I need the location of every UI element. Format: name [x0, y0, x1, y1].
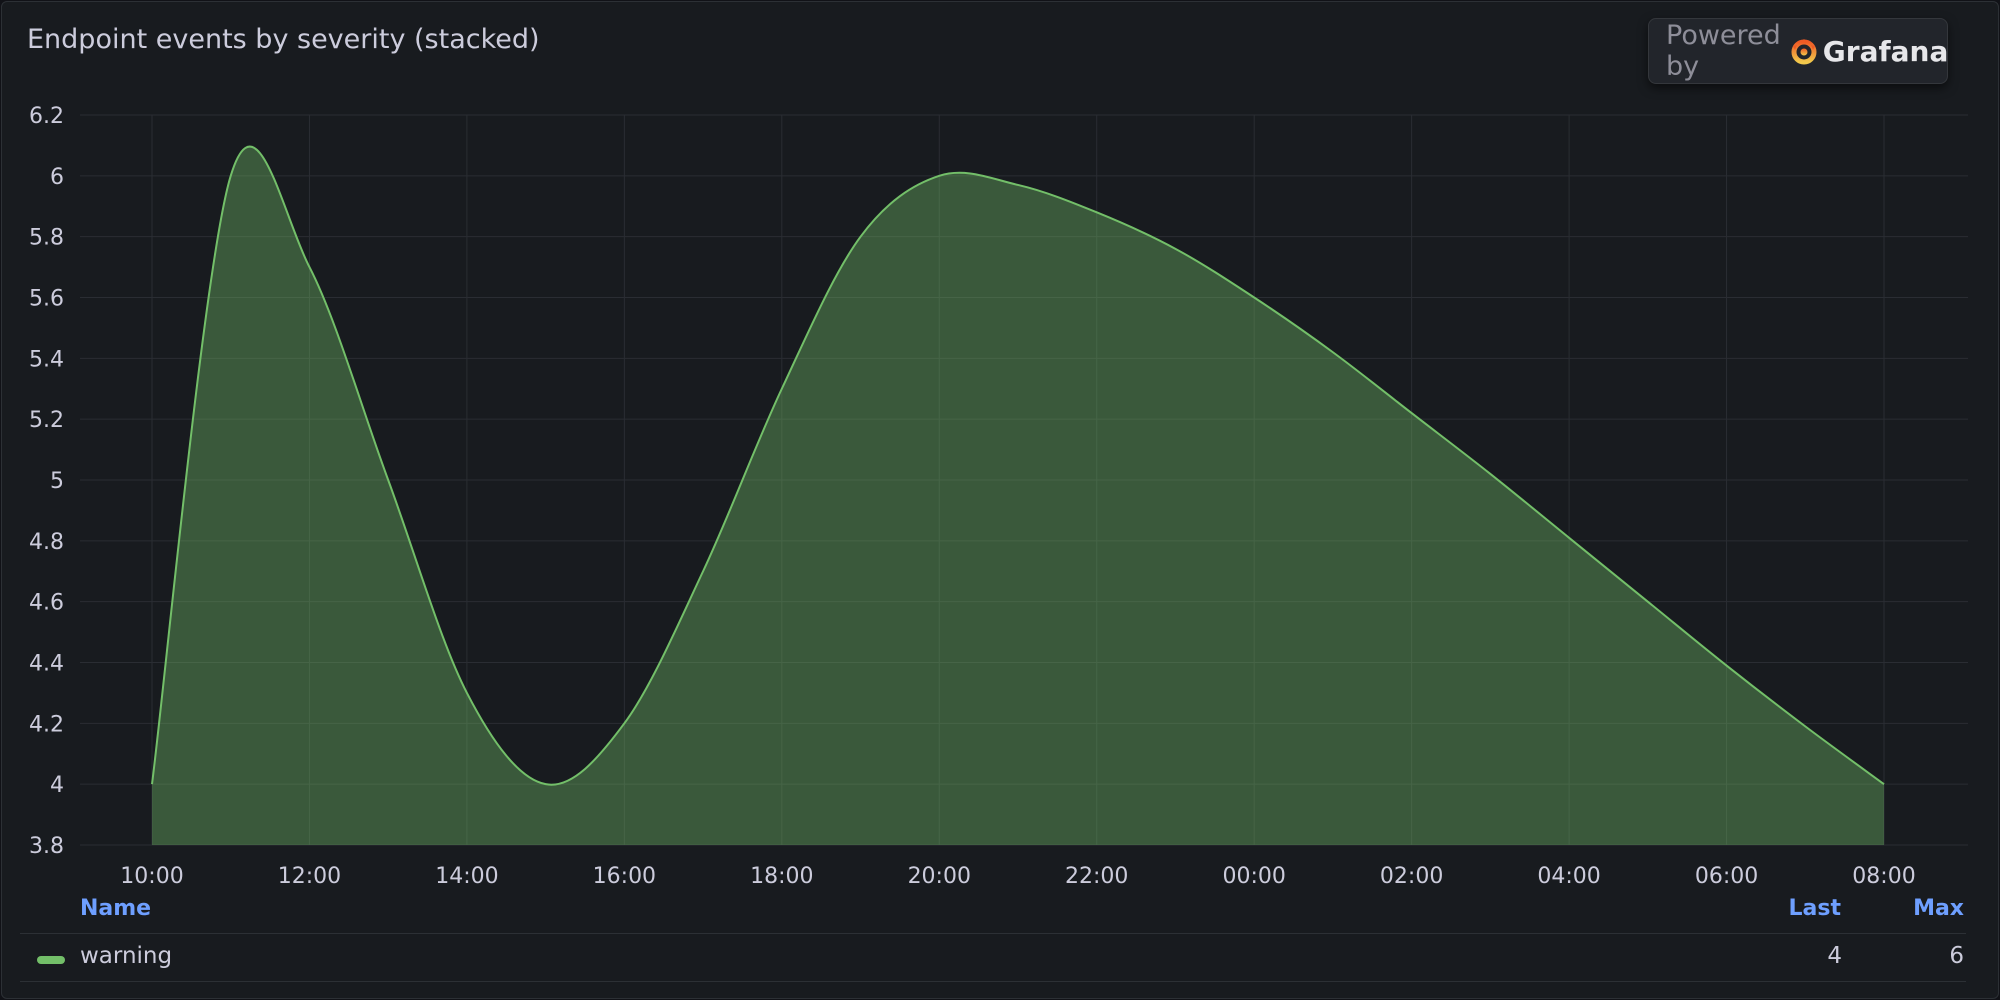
series-area-layer [151, 145, 1885, 845]
y-tick-label: 6 [50, 165, 64, 190]
x-tick-label: 22:00 [1065, 864, 1128, 889]
y-tick-label: 4.4 [29, 652, 64, 677]
series-area-warning [152, 146, 1884, 845]
x-axis: 10:00 12:00 14:00 16:00 18:00 20:00 22:00 00:00… [120, 864, 1915, 889]
y-tick-label: 4.2 [29, 712, 64, 737]
legend-max-value: 6 [1949, 943, 1964, 969]
x-tick-label: 12:00 [278, 864, 341, 889]
legend-last-value: 4 [1827, 943, 1842, 969]
x-tick-label: 14:00 [435, 864, 498, 889]
x-tick-label: 06:00 [1695, 864, 1758, 889]
y-tick-label: 5.4 [29, 347, 64, 372]
y-tick-label: 4 [50, 773, 64, 798]
legend-swatch-warning[interactable] [37, 956, 65, 964]
x-tick-label: 00:00 [1222, 864, 1285, 889]
legend-bottom-divider [20, 981, 1966, 982]
legend-header-name[interactable]: Name [80, 896, 151, 921]
y-axis: 3.8 4 4.2 4.4 4.6 4.8 5 5.2 5.4 5.6 5.8 6 6.2 [29, 104, 64, 859]
y-tick-label: 5.2 [29, 408, 64, 433]
legend-divider [20, 933, 1966, 934]
x-tick-label: 16:00 [593, 864, 656, 889]
y-tick-label: 4.8 [29, 530, 64, 555]
chart-panel: Endpoint events by severity (stacked) Po… [1, 1, 1999, 999]
legend-header-max[interactable]: Max [1913, 896, 1964, 921]
y-tick-label: 6.2 [29, 104, 64, 129]
x-tick-label: 10:00 [120, 864, 183, 889]
x-tick-label: 18:00 [750, 864, 813, 889]
x-tick-label: 20:00 [908, 864, 971, 889]
y-tick-label: 5.8 [29, 226, 64, 251]
x-tick-label: 08:00 [1852, 864, 1915, 889]
legend-item-warning[interactable]: warning [80, 943, 172, 969]
y-tick-label: 3.8 [29, 834, 64, 859]
x-tick-label: 02:00 [1380, 864, 1443, 889]
y-tick-label: 5 [50, 469, 64, 494]
area-chart: 3.844.24.44.64.855.25.45.65.866.2 10:00 1… [29, 104, 1968, 889]
x-tick-label: 04:00 [1537, 864, 1600, 889]
legend-header-last[interactable]: Last [1789, 896, 1841, 921]
y-tick-label: 4.6 [29, 591, 64, 616]
y-tick-label: 5.6 [29, 287, 64, 312]
